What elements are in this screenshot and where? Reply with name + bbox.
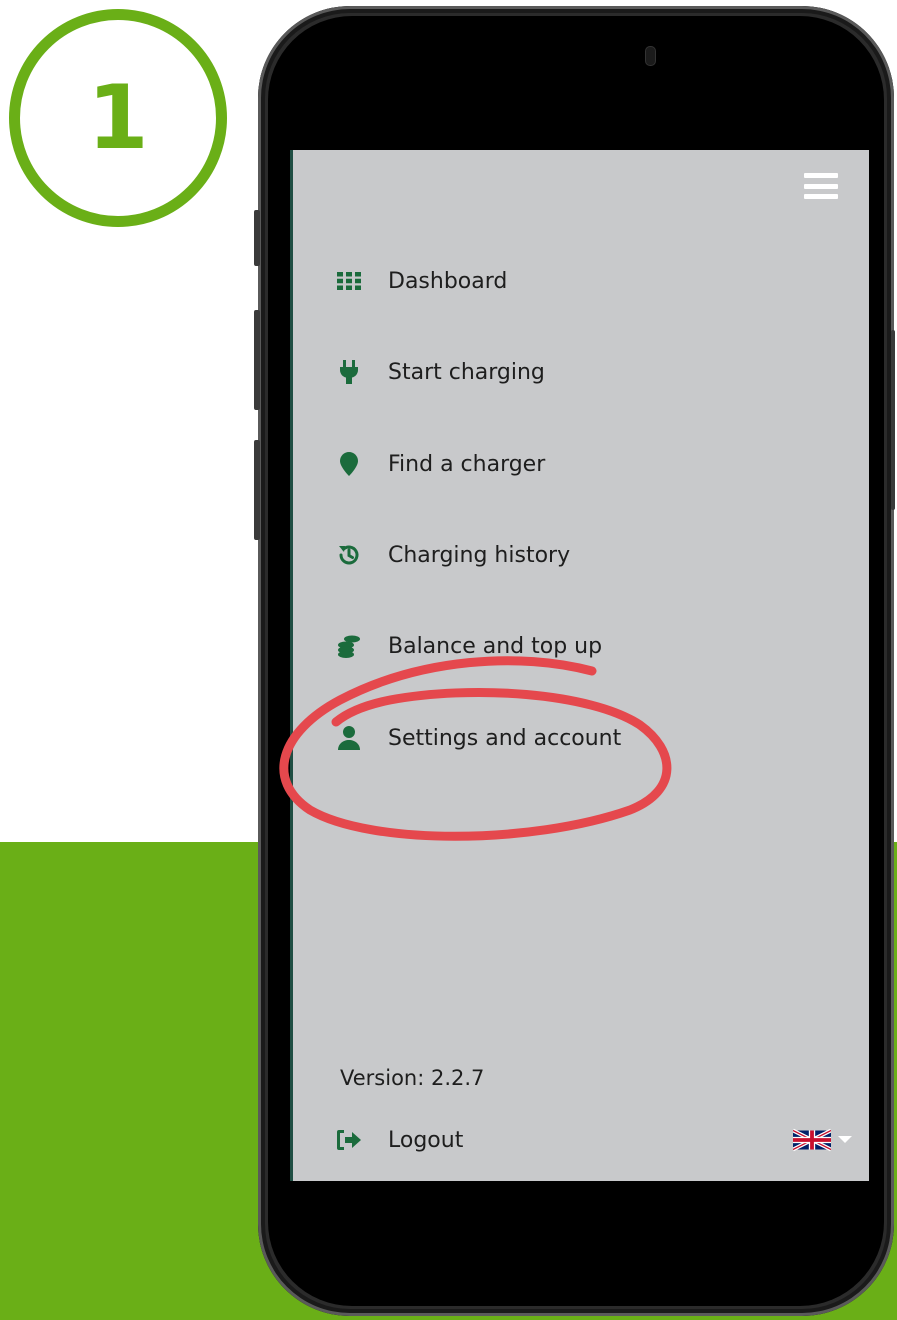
- history-icon: [336, 542, 362, 568]
- dashboard-grid-icon: [336, 268, 362, 294]
- user-icon: [336, 725, 362, 751]
- phone-volume-down-button: [254, 440, 260, 540]
- phone-side-button: [254, 210, 260, 266]
- uk-flag-icon[interactable]: [792, 1128, 832, 1152]
- hamburger-menu-icon[interactable]: [804, 173, 838, 199]
- logout-label: Logout: [388, 1127, 464, 1153]
- menu-item-label: Find a charger: [388, 451, 546, 477]
- phone-power-button: [891, 330, 895, 510]
- menu-item-charging-history[interactable]: Charging history: [336, 535, 570, 575]
- menu-item-find-charger[interactable]: Find a charger: [336, 444, 545, 484]
- app-screen: Dashboard Start charging Find a charger: [290, 150, 869, 1181]
- screen-edge-accent: [290, 150, 293, 1181]
- phone-volume-up-button: [254, 310, 260, 410]
- menu-item-label: Charging history: [388, 542, 571, 568]
- step-number: 1: [87, 66, 149, 169]
- menu-item-label: Balance and top up: [388, 633, 603, 659]
- front-camera: [646, 47, 655, 65]
- map-pin-icon: [336, 451, 362, 477]
- sign-out-icon: [336, 1127, 362, 1153]
- coins-icon: [336, 633, 362, 659]
- app-version: Version: 2.2.7: [340, 1066, 485, 1090]
- menu-item-label: Settings and account: [388, 725, 622, 751]
- menu-item-dashboard[interactable]: Dashboard: [336, 261, 507, 301]
- menu-item-label: Dashboard: [388, 268, 508, 294]
- language-dropdown-chevron-icon[interactable]: [838, 1136, 852, 1143]
- menu-item-label: Start charging: [388, 359, 545, 385]
- menu-item-balance-top-up[interactable]: Balance and top up: [336, 626, 602, 666]
- logout-button[interactable]: Logout: [336, 1120, 463, 1160]
- menu-item-settings-account[interactable]: Settings and account: [336, 718, 621, 758]
- step-number-badge: 1: [9, 9, 227, 227]
- menu-item-start-charging[interactable]: Start charging: [336, 352, 545, 392]
- plug-icon: [336, 359, 362, 385]
